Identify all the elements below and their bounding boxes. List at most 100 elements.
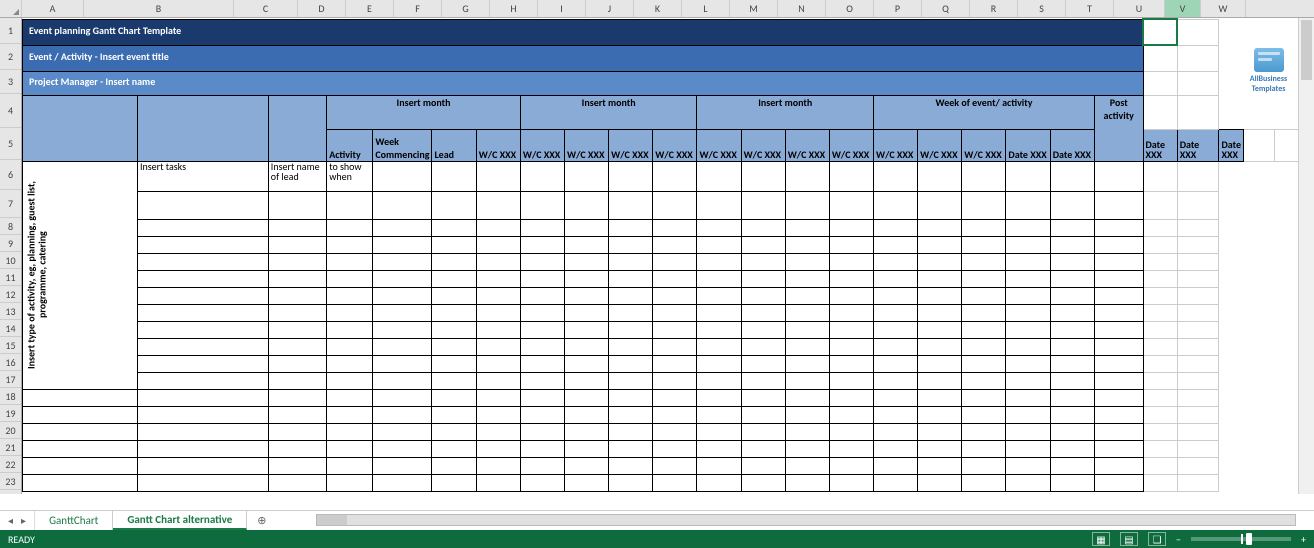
col-header-P[interactable]: P [874,0,922,17]
col-header-R[interactable]: R [970,0,1018,17]
add-sheet-button[interactable]: ⊕ [247,511,276,530]
hdr-wc-9[interactable]: W/C XXX [829,129,873,161]
vertical-activity-label[interactable]: Insert type of activity, eg, planning, g… [23,161,138,389]
row-header-7[interactable]: 7 [0,190,21,218]
row-header-2[interactable]: 2 [0,44,21,70]
col-header-F[interactable]: F [394,0,442,17]
hdr-date-5[interactable]: Date XXX [1219,129,1244,161]
row-header-22[interactable]: 22 [0,456,21,473]
hdr-wc-10[interactable]: W/C XXX [874,129,918,161]
col-header-G[interactable]: G [442,0,490,17]
zoom-in-button[interactable]: + [1301,533,1306,546]
row-header-17[interactable]: 17 [0,371,21,388]
hdr-wc-2[interactable]: W/C XXX [520,129,564,161]
hdr-post-activity[interactable]: Post activity [1094,95,1143,161]
hdr-wc-4[interactable]: W/C XXX [609,129,653,161]
hdr-activity-blank[interactable] [23,95,138,161]
hdr-wc-6[interactable]: W/C XXX [697,129,741,161]
row-header-4[interactable]: 4 [0,94,21,128]
view-normal-button[interactable]: ▦ [1092,532,1110,546]
col-header-N[interactable]: N [778,0,826,17]
row-header-21[interactable]: 21 [0,439,21,456]
hdr-date-4[interactable]: Date XXX [1177,129,1219,161]
hdr-date-2[interactable]: Date XXX [1050,129,1094,161]
cell-insert-tasks[interactable]: Insert tasks [138,161,269,191]
hdr-month-2[interactable]: Insert month [520,95,697,129]
vertical-scrollbar[interactable] [1298,18,1314,494]
hdr-wc-11[interactable]: W/C XXX [918,129,962,161]
row-header-10[interactable]: 10 [0,252,21,269]
row-header-14[interactable]: 14 [0,320,21,337]
col-header-V[interactable]: V [1165,0,1201,17]
col-header-J[interactable]: J [586,0,634,17]
hdr-wc-8[interactable]: W/C XXX [785,129,829,161]
col-header-D[interactable]: D [298,0,346,17]
row-header-23[interactable]: 23 [0,473,21,490]
col-header-O[interactable]: O [826,0,874,17]
hdr-week-of-event[interactable]: Week of event/ activity [874,95,1095,129]
col-header-T[interactable]: T [1066,0,1114,17]
cell-insert-lead[interactable]: Insert name of lead [268,161,326,191]
row-header-16[interactable]: 16 [0,354,21,371]
row-header-18[interactable]: 18 [0,388,21,405]
hdr-week-commencing[interactable]: Week Commencing [373,129,432,161]
col-header-C[interactable]: C [234,0,298,17]
zoom-slider[interactable] [1191,537,1291,541]
row-header-9[interactable]: 9 [0,235,21,252]
hdr-lead[interactable]: Lead [432,129,476,161]
hdr-month-3[interactable]: Insert month [697,95,874,129]
col-header-A[interactable]: A [22,0,84,17]
row-header-11[interactable]: 11 [0,269,21,286]
cell-V1[interactable] [1143,19,1177,45]
col-header-M[interactable]: M [730,0,778,17]
hdr-wc-12[interactable]: W/C XXX [962,129,1006,161]
col-header-H[interactable]: H [490,0,538,17]
zoom-out-button[interactable]: − [1176,533,1181,546]
col-header-I[interactable]: I [538,0,586,17]
row-header-3[interactable]: 3 [0,70,21,94]
col-header-B[interactable]: B [84,0,234,17]
hdr-wc-1[interactable]: W/C XXX [476,129,520,161]
row-header-13[interactable]: 13 [0,303,21,320]
row-header-12[interactable]: 12 [0,286,21,303]
row-header-8[interactable]: 8 [0,218,21,235]
col-header-U[interactable]: U [1114,0,1165,17]
col-header-L[interactable]: L [682,0,730,17]
tab-prev-icon[interactable]: ◂ [8,514,13,527]
tab-nav-controls: ◂ ▸ [0,511,35,530]
hdr-wc-3[interactable]: W/C XXX [565,129,609,161]
view-page-break-button[interactable]: ❏ [1148,532,1166,546]
view-page-layout-button[interactable]: ▤ [1120,532,1138,546]
hdr-wc-5[interactable]: W/C XXX [653,129,697,161]
title-row-2[interactable]: Event / Activity - Insert event title [23,45,1144,71]
select-all-corner[interactable] [0,0,22,17]
title-row-1[interactable]: Event planning Gantt Chart Template [23,19,1144,45]
row-header-column: 1234567891011121314151617181920212223 [0,18,22,494]
col-header-K[interactable]: K [634,0,682,17]
hdr-wc-7[interactable]: W/C XXX [741,129,785,161]
row-header-5[interactable]: 5 [0,128,21,160]
tab-next-icon[interactable]: ▸ [21,514,26,527]
document-icon [1254,48,1284,72]
hdr-date-3[interactable]: Date XXX [1143,129,1177,161]
title-row-3[interactable]: Project Manager - Insert name [23,71,1144,95]
col-header-S[interactable]: S [1018,0,1066,17]
row-header-1[interactable]: 1 [0,18,21,44]
row-header-15[interactable]: 15 [0,337,21,354]
hdr-date-1[interactable]: Date XXX [1006,129,1050,161]
row-header-19[interactable]: 19 [0,405,21,422]
col-header-Q[interactable]: Q [922,0,970,17]
horizontal-scrollbar[interactable] [316,514,1296,526]
hdr-week-blank[interactable] [138,95,269,161]
cell-show-when[interactable]: to show when [327,161,373,191]
hdr-lead-blank[interactable] [268,95,326,161]
tab-ganttchart[interactable]: GanttChart [35,511,113,530]
col-header-E[interactable]: E [346,0,394,17]
hdr-activity[interactable]: Activity [327,129,373,161]
col-header-W[interactable]: W [1201,0,1246,17]
row-header-6[interactable]: 6 [0,160,21,190]
spreadsheet-grid[interactable]: Event planning Gantt Chart TemplateEvent… [22,18,1314,494]
row-header-20[interactable]: 20 [0,422,21,439]
tab-gantt-alternative[interactable]: Gantt Chart alternative [113,511,247,530]
hdr-month-1[interactable]: Insert month [327,95,521,129]
